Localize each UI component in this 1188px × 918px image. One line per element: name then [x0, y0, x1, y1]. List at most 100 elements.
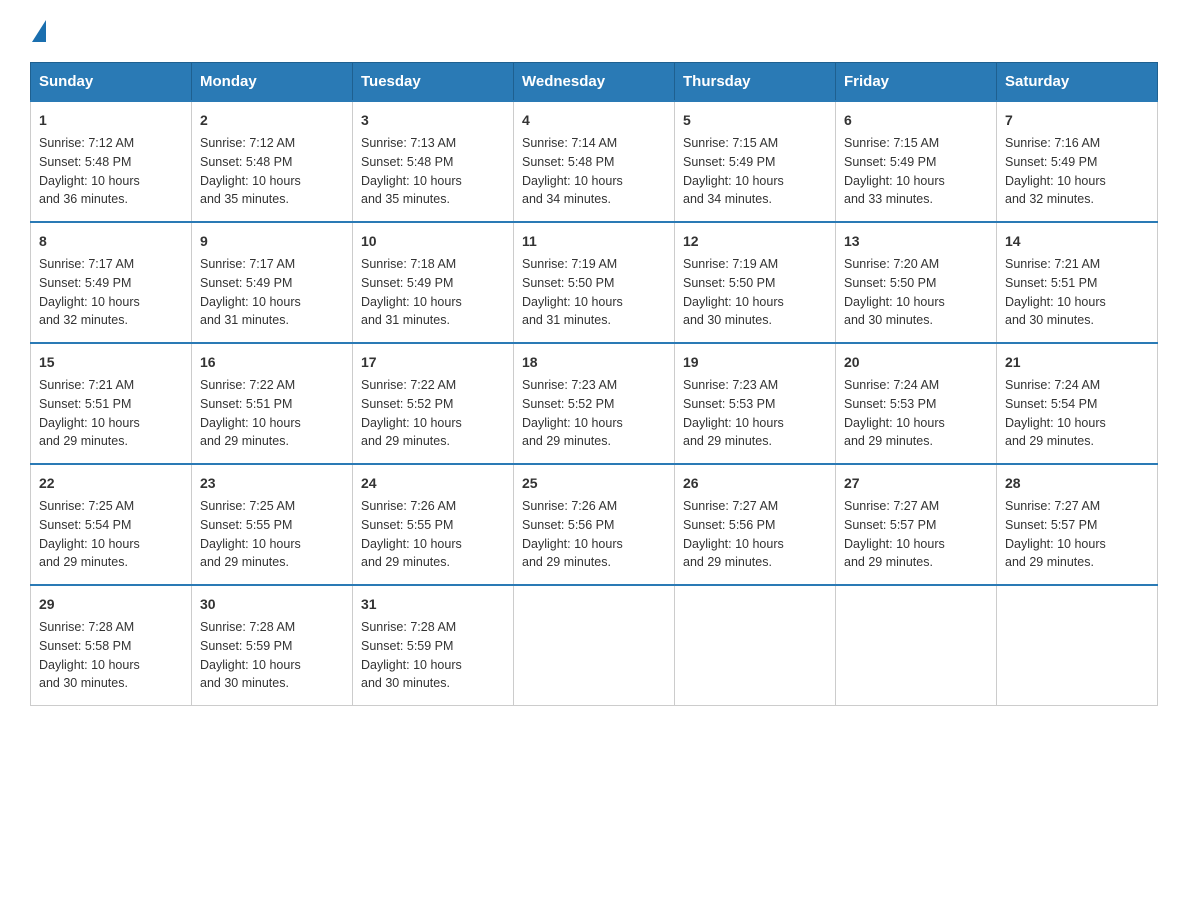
sunrise-label: Sunrise: 7:12 AM — [200, 136, 295, 150]
calendar-cell: 24 Sunrise: 7:26 AM Sunset: 5:55 PM Dayl… — [353, 464, 514, 585]
daylight-label: Daylight: 10 hours — [522, 295, 623, 309]
sunrise-label: Sunrise: 7:15 AM — [683, 136, 778, 150]
day-number: 18 — [522, 352, 666, 373]
daylight-minutes: and 29 minutes. — [844, 434, 933, 448]
daylight-label: Daylight: 10 hours — [39, 416, 140, 430]
sunset-label: Sunset: 5:49 PM — [361, 276, 453, 290]
logo — [30, 20, 46, 42]
sunrise-label: Sunrise: 7:19 AM — [522, 257, 617, 271]
daylight-minutes: and 29 minutes. — [361, 434, 450, 448]
sunrise-label: Sunrise: 7:22 AM — [361, 378, 456, 392]
daylight-label: Daylight: 10 hours — [1005, 174, 1106, 188]
daylight-minutes: and 29 minutes. — [361, 555, 450, 569]
header-sunday: Sunday — [31, 63, 192, 102]
calendar-cell — [514, 585, 675, 706]
daylight-label: Daylight: 10 hours — [1005, 416, 1106, 430]
day-number: 22 — [39, 473, 183, 494]
daylight-minutes: and 30 minutes. — [39, 676, 128, 690]
sunset-label: Sunset: 5:58 PM — [39, 639, 131, 653]
daylight-label: Daylight: 10 hours — [200, 537, 301, 551]
calendar-cell: 5 Sunrise: 7:15 AM Sunset: 5:49 PM Dayli… — [675, 101, 836, 222]
daylight-label: Daylight: 10 hours — [39, 658, 140, 672]
day-number: 11 — [522, 231, 666, 252]
calendar-cell: 18 Sunrise: 7:23 AM Sunset: 5:52 PM Dayl… — [514, 343, 675, 464]
sunset-label: Sunset: 5:59 PM — [200, 639, 292, 653]
calendar-cell: 26 Sunrise: 7:27 AM Sunset: 5:56 PM Dayl… — [675, 464, 836, 585]
day-number: 19 — [683, 352, 827, 373]
calendar-cell: 9 Sunrise: 7:17 AM Sunset: 5:49 PM Dayli… — [192, 222, 353, 343]
sunset-label: Sunset: 5:50 PM — [844, 276, 936, 290]
sunrise-label: Sunrise: 7:28 AM — [39, 620, 134, 634]
calendar-cell: 1 Sunrise: 7:12 AM Sunset: 5:48 PM Dayli… — [31, 101, 192, 222]
daylight-minutes: and 30 minutes. — [361, 676, 450, 690]
header-wednesday: Wednesday — [514, 63, 675, 102]
sunset-label: Sunset: 5:48 PM — [39, 155, 131, 169]
calendar-cell: 17 Sunrise: 7:22 AM Sunset: 5:52 PM Dayl… — [353, 343, 514, 464]
sunset-label: Sunset: 5:48 PM — [200, 155, 292, 169]
daylight-label: Daylight: 10 hours — [1005, 537, 1106, 551]
daylight-minutes: and 33 minutes. — [844, 192, 933, 206]
calendar-cell: 6 Sunrise: 7:15 AM Sunset: 5:49 PM Dayli… — [836, 101, 997, 222]
sunset-label: Sunset: 5:52 PM — [522, 397, 614, 411]
calendar-cell: 28 Sunrise: 7:27 AM Sunset: 5:57 PM Dayl… — [997, 464, 1158, 585]
sunrise-label: Sunrise: 7:18 AM — [361, 257, 456, 271]
sunrise-label: Sunrise: 7:21 AM — [1005, 257, 1100, 271]
sunrise-label: Sunrise: 7:16 AM — [1005, 136, 1100, 150]
daylight-label: Daylight: 10 hours — [683, 416, 784, 430]
sunset-label: Sunset: 5:59 PM — [361, 639, 453, 653]
calendar-cell: 13 Sunrise: 7:20 AM Sunset: 5:50 PM Dayl… — [836, 222, 997, 343]
sunrise-label: Sunrise: 7:28 AM — [361, 620, 456, 634]
daylight-minutes: and 30 minutes. — [683, 313, 772, 327]
day-number: 7 — [1005, 110, 1149, 131]
daylight-label: Daylight: 10 hours — [361, 537, 462, 551]
sunset-label: Sunset: 5:49 PM — [200, 276, 292, 290]
daylight-minutes: and 32 minutes. — [1005, 192, 1094, 206]
calendar-cell: 23 Sunrise: 7:25 AM Sunset: 5:55 PM Dayl… — [192, 464, 353, 585]
daylight-minutes: and 31 minutes. — [361, 313, 450, 327]
calendar-cell: 20 Sunrise: 7:24 AM Sunset: 5:53 PM Dayl… — [836, 343, 997, 464]
sunset-label: Sunset: 5:49 PM — [1005, 155, 1097, 169]
calendar-cell: 7 Sunrise: 7:16 AM Sunset: 5:49 PM Dayli… — [997, 101, 1158, 222]
sunset-label: Sunset: 5:54 PM — [39, 518, 131, 532]
sunrise-label: Sunrise: 7:13 AM — [361, 136, 456, 150]
daylight-label: Daylight: 10 hours — [361, 416, 462, 430]
daylight-label: Daylight: 10 hours — [361, 295, 462, 309]
calendar-week-5: 29 Sunrise: 7:28 AM Sunset: 5:58 PM Dayl… — [31, 585, 1158, 706]
calendar-cell: 30 Sunrise: 7:28 AM Sunset: 5:59 PM Dayl… — [192, 585, 353, 706]
sunrise-label: Sunrise: 7:26 AM — [361, 499, 456, 513]
day-number: 17 — [361, 352, 505, 373]
day-number: 6 — [844, 110, 988, 131]
sunset-label: Sunset: 5:53 PM — [844, 397, 936, 411]
sunset-label: Sunset: 5:57 PM — [844, 518, 936, 532]
daylight-label: Daylight: 10 hours — [39, 174, 140, 188]
daylight-minutes: and 30 minutes. — [1005, 313, 1094, 327]
daylight-label: Daylight: 10 hours — [683, 537, 784, 551]
sunrise-label: Sunrise: 7:27 AM — [844, 499, 939, 513]
sunset-label: Sunset: 5:57 PM — [1005, 518, 1097, 532]
calendar-cell: 2 Sunrise: 7:12 AM Sunset: 5:48 PM Dayli… — [192, 101, 353, 222]
calendar-cell: 22 Sunrise: 7:25 AM Sunset: 5:54 PM Dayl… — [31, 464, 192, 585]
daylight-minutes: and 36 minutes. — [39, 192, 128, 206]
calendar-cell: 27 Sunrise: 7:27 AM Sunset: 5:57 PM Dayl… — [836, 464, 997, 585]
daylight-minutes: and 32 minutes. — [39, 313, 128, 327]
sunset-label: Sunset: 5:48 PM — [522, 155, 614, 169]
day-number: 29 — [39, 594, 183, 615]
day-number: 2 — [200, 110, 344, 131]
day-number: 5 — [683, 110, 827, 131]
page-header — [30, 20, 1158, 42]
calendar-week-4: 22 Sunrise: 7:25 AM Sunset: 5:54 PM Dayl… — [31, 464, 1158, 585]
daylight-label: Daylight: 10 hours — [200, 174, 301, 188]
sunset-label: Sunset: 5:50 PM — [522, 276, 614, 290]
day-number: 25 — [522, 473, 666, 494]
header-friday: Friday — [836, 63, 997, 102]
daylight-label: Daylight: 10 hours — [39, 537, 140, 551]
sunrise-label: Sunrise: 7:20 AM — [844, 257, 939, 271]
sunset-label: Sunset: 5:51 PM — [39, 397, 131, 411]
daylight-minutes: and 35 minutes. — [200, 192, 289, 206]
sunrise-label: Sunrise: 7:25 AM — [200, 499, 295, 513]
calendar-cell: 25 Sunrise: 7:26 AM Sunset: 5:56 PM Dayl… — [514, 464, 675, 585]
calendar-cell: 21 Sunrise: 7:24 AM Sunset: 5:54 PM Dayl… — [997, 343, 1158, 464]
daylight-label: Daylight: 10 hours — [844, 174, 945, 188]
sunset-label: Sunset: 5:51 PM — [1005, 276, 1097, 290]
daylight-label: Daylight: 10 hours — [683, 295, 784, 309]
